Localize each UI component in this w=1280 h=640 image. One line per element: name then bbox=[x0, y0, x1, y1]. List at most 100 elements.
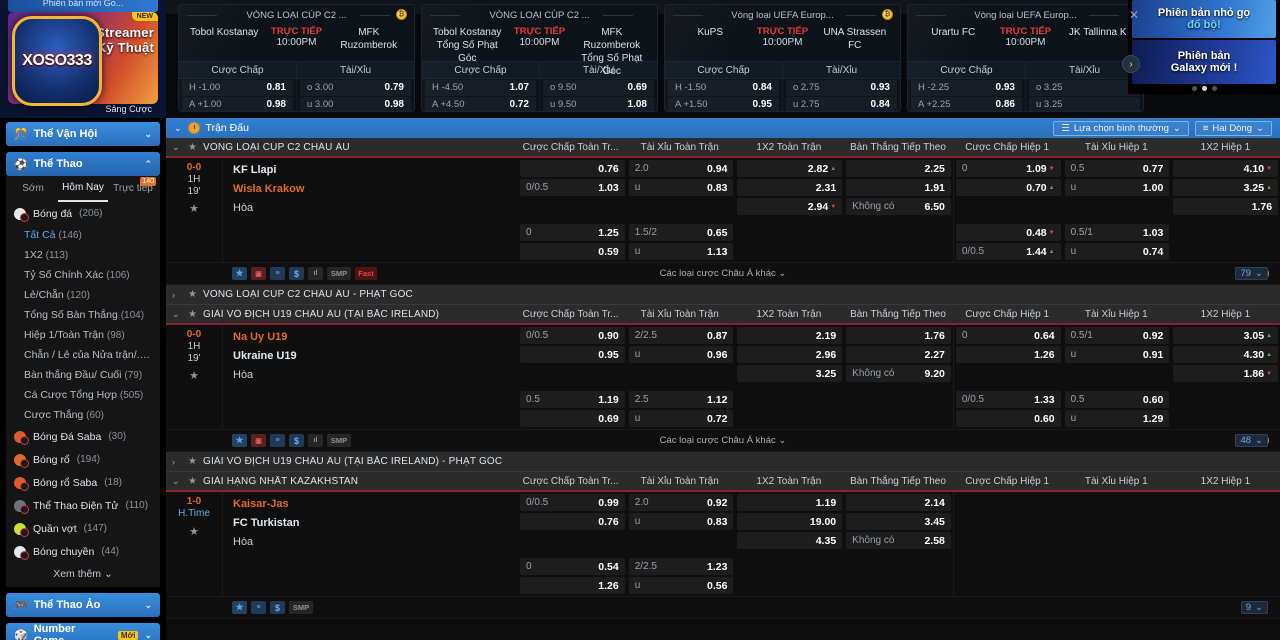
odds-cell[interactable]: H -2.250.93 bbox=[911, 80, 1022, 96]
odds-cell[interactable]: 4.30 bbox=[1173, 346, 1278, 363]
odds-cell[interactable]: 4.10 bbox=[1173, 160, 1278, 177]
sidebar-group-the-thao[interactable]: ⚽ Thể Thao ⌃ bbox=[6, 152, 160, 176]
odds-cell[interactable]: u0.72 bbox=[629, 410, 734, 427]
odds-cell[interactable]: 0.50.60 bbox=[1065, 391, 1170, 408]
odds-cell[interactable]: u0.91 bbox=[1065, 346, 1170, 363]
sidebar-tab-truc-tiep[interactable]: Trực tiếp 140 bbox=[108, 177, 158, 201]
odds-cell[interactable]: 2.25 bbox=[846, 160, 951, 177]
chevron-right-icon[interactable]: › bbox=[172, 457, 182, 467]
odds-cell[interactable]: 0.5/11.03 bbox=[1065, 224, 1170, 241]
odds-cell[interactable]: 1.91 bbox=[846, 179, 951, 196]
sidebar-group-number-game[interactable]: 🎲 Number Game Mới ⌄ bbox=[6, 623, 160, 640]
favorite-star-icon[interactable]: ★ bbox=[232, 434, 247, 447]
odds-cell[interactable]: 19.00 bbox=[737, 513, 842, 530]
league-header[interactable]: › ★ GIẢI VÔ ĐỊCH U19 CHÂU ÂU (TẠI BẮC IR… bbox=[166, 452, 1280, 472]
odds-cell[interactable]: 0/0.50.99 bbox=[520, 494, 625, 511]
favorite-star-icon[interactable]: ★ bbox=[166, 525, 222, 538]
live-card[interactable]: VÒNG LOẠI CÚP C2 ... ₿ Tobol Kostanay TR… bbox=[178, 4, 415, 112]
odds-cell[interactable]: u1.13 bbox=[629, 243, 734, 260]
sidebar-subitem-cuoc-thang[interactable]: Cược Thắng (60) bbox=[6, 405, 160, 425]
favorite-star-icon[interactable]: ★ bbox=[188, 289, 197, 300]
odds-cell[interactable]: 0.76 bbox=[520, 160, 625, 177]
right-banner[interactable]: Phiên bản nhỏ gọ đổ bộ! bbox=[1132, 0, 1276, 38]
tv-icon[interactable]: ▣ bbox=[251, 434, 266, 447]
odds-cell[interactable]: 1.86 bbox=[1173, 365, 1278, 382]
chevron-down-icon[interactable]: ⌄ bbox=[172, 309, 182, 320]
list-icon[interactable]: ≡ bbox=[251, 601, 266, 614]
odds-cell[interactable]: 01.25 bbox=[520, 224, 625, 241]
rows-option-dropdown[interactable]: ≡ Hai Dòng ⌄ bbox=[1195, 121, 1272, 136]
odds-cell[interactable]: 0/0.50.90 bbox=[520, 327, 625, 344]
odds-cell[interactable]: 2.27 bbox=[846, 346, 951, 363]
dollar-icon[interactable]: $ bbox=[289, 434, 304, 447]
dollar-icon[interactable]: $ bbox=[270, 601, 285, 614]
odds-cell[interactable]: 1.19 bbox=[737, 494, 842, 511]
fast-icon[interactable]: Fast bbox=[355, 267, 377, 280]
favorite-star-icon[interactable]: ★ bbox=[166, 202, 222, 215]
odds-cell[interactable]: 0.5/10.92 bbox=[1065, 327, 1170, 344]
odds-cell[interactable]: 1.76 bbox=[1173, 198, 1278, 215]
odds-cell[interactable]: Không có9.20 bbox=[846, 365, 951, 382]
league-header[interactable]: ⌄ ★ VÒNG LOẠI CÚP C2 CHÂU ÂU Cược Chấp T… bbox=[166, 138, 1280, 158]
sidebar-subitem-chan-le-nua-tran[interactable]: Chẵn / Lẻ của Nửa trận/... (93) bbox=[6, 345, 160, 365]
odds-cell[interactable]: 3.05 bbox=[1173, 327, 1278, 344]
odds-cell[interactable]: A +2.250.86 bbox=[911, 97, 1022, 112]
favorite-star-icon[interactable]: ★ bbox=[232, 267, 247, 280]
more-asian-bets-button[interactable]: Các loại cược Châu Á khác ⌄ bbox=[660, 268, 787, 279]
odds-cell[interactable]: H -4.501.07 bbox=[425, 80, 536, 96]
odds-cell[interactable]: u 3.25 bbox=[1029, 97, 1140, 112]
dollar-icon[interactable]: $ bbox=[289, 267, 304, 280]
odds-cell[interactable]: 1.26 bbox=[520, 577, 625, 594]
sidebar-sport-bong-ro-saba[interactable]: Bóng rổ Saba (18) bbox=[6, 471, 160, 494]
odds-cell[interactable]: u 2.750.84 bbox=[786, 97, 897, 112]
smp-icon[interactable]: SMP bbox=[327, 267, 351, 280]
sidebar-subitem-ban-thang-dau-cuoi[interactable]: Bàn thắng Đầu/ Cuối (79) bbox=[6, 365, 160, 385]
odds-cell[interactable]: 01.09 bbox=[956, 160, 1061, 177]
odds-cell[interactable]: 0/0.51.03 bbox=[520, 179, 625, 196]
odds-cell[interactable]: 2/2.51.23 bbox=[629, 558, 734, 575]
chevron-down-icon[interactable]: ⌄ bbox=[172, 142, 182, 153]
collapse-all-chevron-icon[interactable]: ⌄ bbox=[174, 123, 182, 134]
chevron-down-icon[interactable]: ⌄ bbox=[172, 476, 182, 487]
odds-cell[interactable]: 2.00.94 bbox=[629, 160, 734, 177]
sidebar-subitem-ty-so-chinh-xac[interactable]: Tỷ Số Chính Xác (106) bbox=[6, 265, 160, 285]
sidebar-subitem-hiep1-toan-tran[interactable]: Hiệp 1/Toàn Trận (98) bbox=[6, 325, 160, 345]
banner-dot-active[interactable] bbox=[1202, 86, 1207, 91]
odds-cell[interactable]: u0.96 bbox=[629, 346, 734, 363]
odds-cell[interactable]: 0.70 bbox=[956, 179, 1061, 196]
bet-count-pill[interactable]: 48 ⌄ bbox=[1235, 434, 1268, 447]
odds-cell[interactable]: 0.60 bbox=[956, 410, 1061, 427]
odds-cell[interactable]: 00.64 bbox=[956, 327, 1061, 344]
odds-cell[interactable]: 2.96 bbox=[737, 346, 842, 363]
sidebar-group-the-van-hoi[interactable]: 🎊 Thể Vận Hội ⌄ bbox=[6, 122, 160, 146]
league-header[interactable]: ⌄ ★ GIẢI VÔ ĐỊCH U19 CHÂU ÂU (TẠI BẮC IR… bbox=[166, 305, 1280, 325]
odds-cell[interactable]: o 9.500.69 bbox=[543, 80, 654, 96]
odds-cell[interactable]: 0.69 bbox=[520, 410, 625, 427]
favorite-star-icon[interactable]: ★ bbox=[188, 476, 197, 487]
odds-cell[interactable]: 00.54 bbox=[520, 558, 625, 575]
odds-cell[interactable]: A +1.500.95 bbox=[668, 97, 779, 112]
odds-cell[interactable]: 4.35 bbox=[737, 532, 842, 549]
odds-cell[interactable]: 2.51.12 bbox=[629, 391, 734, 408]
odds-cell[interactable]: 0.95 bbox=[520, 346, 625, 363]
sidebar-sport-bong-ro[interactable]: Bóng rổ (194) bbox=[6, 448, 160, 471]
odds-cell[interactable]: 3.25 bbox=[737, 365, 842, 382]
odds-cell[interactable]: 2.00.92 bbox=[629, 494, 734, 511]
banner-dot[interactable] bbox=[1192, 86, 1197, 91]
odds-cell[interactable]: o 3.000.79 bbox=[300, 80, 411, 96]
list-icon[interactable]: ≡ bbox=[270, 267, 285, 280]
league-header[interactable]: ⌄ ★ GIẢI HẠNG NHẤT KAZAKHSTAN Cược Chấp … bbox=[166, 472, 1280, 492]
sidebar-group-the-thao-ao[interactable]: 🎮 Thể Thao Ảo ⌄ bbox=[6, 593, 160, 617]
chevron-right-icon[interactable]: › bbox=[172, 290, 182, 300]
promo-top-banner[interactable]: Phiên bản mới Go... bbox=[8, 0, 158, 12]
sidebar-subitem-tong-so-ban-thang[interactable]: Tổng Số Bàn Thắng (104) bbox=[6, 305, 160, 325]
odds-cell[interactable]: o 2.750.93 bbox=[786, 80, 897, 96]
sidebar-sport-bong-chuyen[interactable]: Bóng chuyền (44) bbox=[6, 540, 160, 563]
banner-dot[interactable] bbox=[1212, 86, 1217, 91]
sidebar-subitem-le-chan[interactable]: Lẻ/Chẵn (120) bbox=[6, 285, 160, 305]
odds-cell[interactable]: 1.26 bbox=[956, 346, 1061, 363]
list-icon[interactable]: ≡ bbox=[270, 434, 285, 447]
sidebar-subitem-ca-cuoc-tong-hop[interactable]: Cá Cược Tổng Hợp (505) bbox=[6, 385, 160, 405]
odds-cell[interactable]: 3.45 bbox=[846, 513, 951, 530]
odds-cell[interactable]: u0.74 bbox=[1065, 243, 1170, 260]
